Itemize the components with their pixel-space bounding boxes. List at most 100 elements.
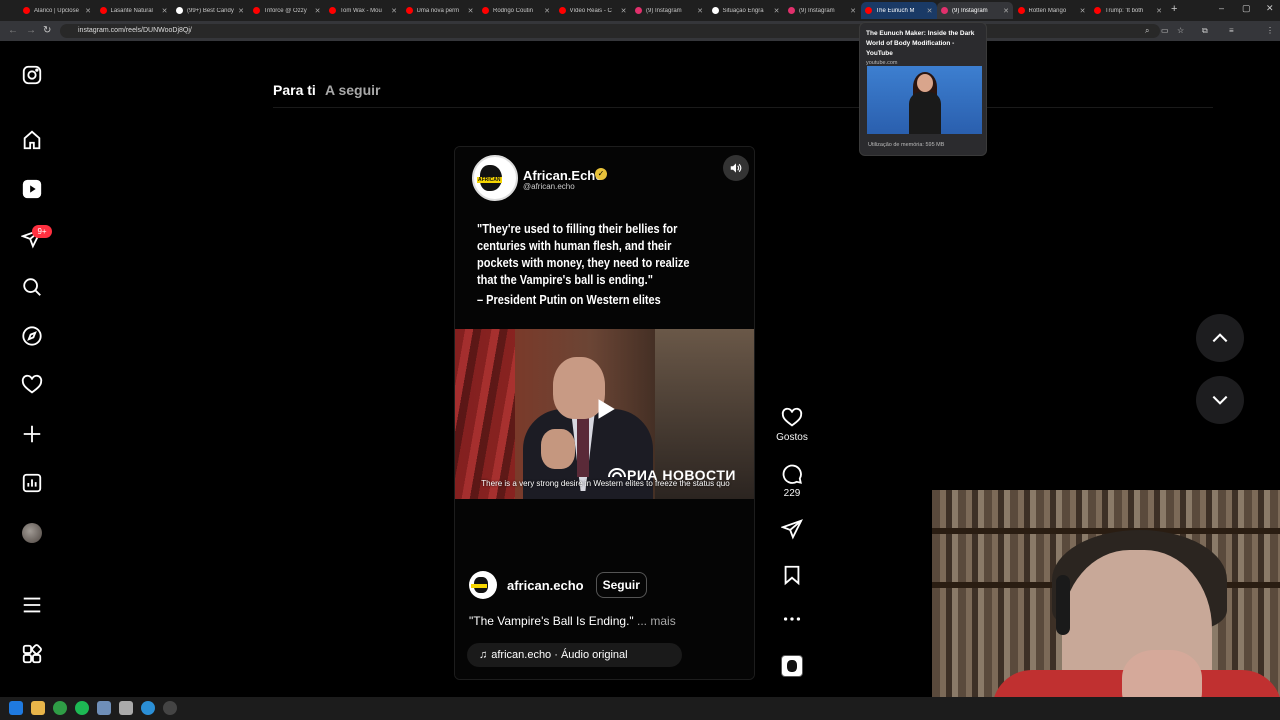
video-subtitle: There is a very strong desire in Western… [481, 479, 730, 488]
browser-tab[interactable]: Lasante Natural ✕ [96, 2, 172, 19]
overlay-account-avatar: AFRICAN [472, 155, 518, 201]
author-avatar[interactable] [469, 571, 497, 599]
create-plus-icon[interactable] [20, 422, 44, 446]
browser-tab[interactable]: Rotten Mango ✕ [1014, 2, 1090, 19]
tab-close-icon[interactable]: ✕ [1156, 7, 1162, 15]
tab-close-icon[interactable]: ✕ [544, 7, 550, 15]
cast-icon[interactable]: ▭ [1161, 26, 1169, 35]
close-window-button[interactable]: ✕ [1266, 3, 1274, 14]
tab-favicon-icon [329, 7, 336, 14]
new-tab-button[interactable]: + [1171, 3, 1177, 15]
tab-title: Situação Engra [722, 7, 764, 14]
address-bar-row: ← → ↻ instagram.com/reels/DUNWooDj8Qj/ ⌕… [0, 21, 1280, 41]
forward-button[interactable]: → [26, 25, 36, 36]
tab-favicon-icon [864, 7, 872, 14]
audio-attribution[interactable]: ♫ african.echo · Áudio original [467, 643, 682, 667]
more-menu-icon[interactable] [20, 593, 44, 617]
browser-tab[interactable]: Vídeo Reais - C ✕ [555, 2, 631, 19]
audio-thumbnail[interactable] [781, 655, 803, 677]
more-icon[interactable]: ⋮ [1266, 26, 1274, 35]
reload-button[interactable]: ↻ [43, 25, 51, 36]
tab-close-icon[interactable]: ✕ [774, 7, 780, 15]
tab-following[interactable]: A seguir [325, 82, 381, 98]
more-options-action[interactable] [778, 608, 806, 630]
play-icon[interactable] [587, 391, 623, 427]
extensions-icon[interactable]: ⧉ [1202, 26, 1208, 36]
verified-badge-icon: ✓ [595, 168, 607, 180]
tab-title: Trump: 'It both [1105, 7, 1144, 14]
browser-tab[interactable]: (9) Instagram ✕ [784, 2, 860, 19]
tab-close-icon[interactable]: ✕ [850, 7, 856, 15]
browser-tab[interactable]: (9) Instagram ✕ [937, 2, 1013, 19]
browser-tab[interactable]: Trump: 'It both ✕ [1090, 2, 1166, 19]
browser-tab[interactable]: The Eunuch M ✕ [860, 2, 937, 19]
notepad-icon[interactable] [97, 701, 111, 715]
menu-icon[interactable]: ≡ [1229, 26, 1234, 35]
tab-close-icon[interactable]: ✕ [697, 7, 703, 15]
tab-title: Lasante Natural [110, 7, 153, 14]
search-icon[interactable] [20, 275, 44, 299]
home-icon[interactable] [20, 128, 44, 152]
previous-reel-button[interactable] [1196, 314, 1244, 362]
tab-close-icon[interactable]: ✕ [162, 7, 168, 15]
browser-tab[interactable]: Rodrigo Coutin ✕ [478, 2, 554, 19]
chevron-up-icon [1212, 333, 1228, 343]
tab-favicon-icon [1017, 7, 1025, 14]
tab-for-you[interactable]: Para ti [273, 82, 316, 98]
spotify-icon[interactable] [75, 701, 89, 715]
tab-close-icon[interactable]: ✕ [315, 7, 321, 15]
follow-button[interactable]: Seguir [595, 572, 647, 598]
explore-icon[interactable] [20, 324, 44, 348]
chrome-icon[interactable] [53, 701, 67, 715]
caption-text: "The Vampire's Ball Is Ending." [469, 614, 634, 628]
maximize-button[interactable]: ▢ [1242, 3, 1251, 14]
tab-close-icon[interactable]: ✕ [1080, 7, 1086, 15]
chevron-down-icon [1212, 395, 1228, 405]
obs-icon[interactable] [163, 701, 177, 715]
reel-video-frame[interactable]: РИА НОВОСТИ There is a very strong desir… [455, 329, 754, 499]
start-icon[interactable] [9, 701, 23, 715]
zoom-icon[interactable]: ⌕ [1145, 26, 1149, 36]
browser-tab[interactable]: (9) Instagram ✕ [631, 2, 707, 19]
also-from-meta-icon[interactable] [20, 642, 44, 666]
watermark-logo-icon [608, 468, 626, 478]
sound-toggle-button[interactable] [723, 155, 749, 181]
next-reel-button[interactable] [1196, 376, 1244, 424]
preview-title: The Eunuch Maker: Inside the Dark World … [866, 30, 975, 57]
browser-tab[interactable]: Situação Engra ✕ [708, 2, 784, 19]
tab-title: (9) Instagram [952, 7, 988, 14]
tab-close-icon[interactable]: ✕ [927, 7, 933, 15]
tab-close-icon[interactable]: ✕ [468, 7, 474, 15]
browser-tab[interactable]: Alarico | Upclose ✕ [19, 2, 95, 19]
profile-avatar[interactable] [22, 523, 42, 543]
tab-close-icon[interactable]: ✕ [391, 7, 397, 15]
author-name[interactable]: african.echo [507, 578, 584, 593]
save-action[interactable] [778, 564, 806, 586]
caption-more-link[interactable]: ... mais [637, 614, 676, 628]
browser-tab[interactable]: (99+) Best Candy ✕ [172, 2, 248, 19]
instagram-logo-icon[interactable] [20, 63, 44, 87]
tab-close-icon[interactable]: ✕ [1003, 7, 1009, 15]
comment-action[interactable]: 229 [778, 463, 806, 499]
browser-tab[interactable]: Tom Wax - Mou ✕ [325, 2, 401, 19]
tab-close-icon[interactable]: ✕ [238, 7, 244, 15]
bookmark-star-icon[interactable]: ☆ [1177, 26, 1184, 35]
app-icon[interactable] [119, 701, 133, 715]
tab-close-icon[interactable]: ✕ [621, 7, 627, 15]
browser-tab[interactable]: Uma nova perm ✕ [402, 2, 478, 19]
dashboard-icon[interactable] [20, 471, 44, 495]
edge-icon[interactable] [141, 701, 155, 715]
like-action[interactable]: Gostos [776, 407, 808, 443]
minimize-button[interactable]: – [1219, 3, 1224, 13]
back-button[interactable]: ← [8, 25, 18, 36]
url-field[interactable]: instagram.com/reels/DUNWooDj8Qj/ [60, 24, 1160, 38]
browser-tab[interactable]: Triforce @ Ozzy ✕ [249, 2, 325, 19]
share-action[interactable] [778, 518, 806, 540]
reels-icon[interactable] [20, 177, 44, 201]
file-explorer-icon[interactable] [31, 701, 45, 715]
share-icon [781, 519, 803, 540]
notifications-heart-icon[interactable] [20, 373, 44, 397]
tab-close-icon[interactable]: ✕ [85, 7, 91, 15]
reel-card[interactable]: AFRICAN African.Echo ✓ @african.echo "Th… [454, 146, 755, 680]
tab-hover-preview: The Eunuch Maker: Inside the Dark World … [859, 22, 987, 156]
